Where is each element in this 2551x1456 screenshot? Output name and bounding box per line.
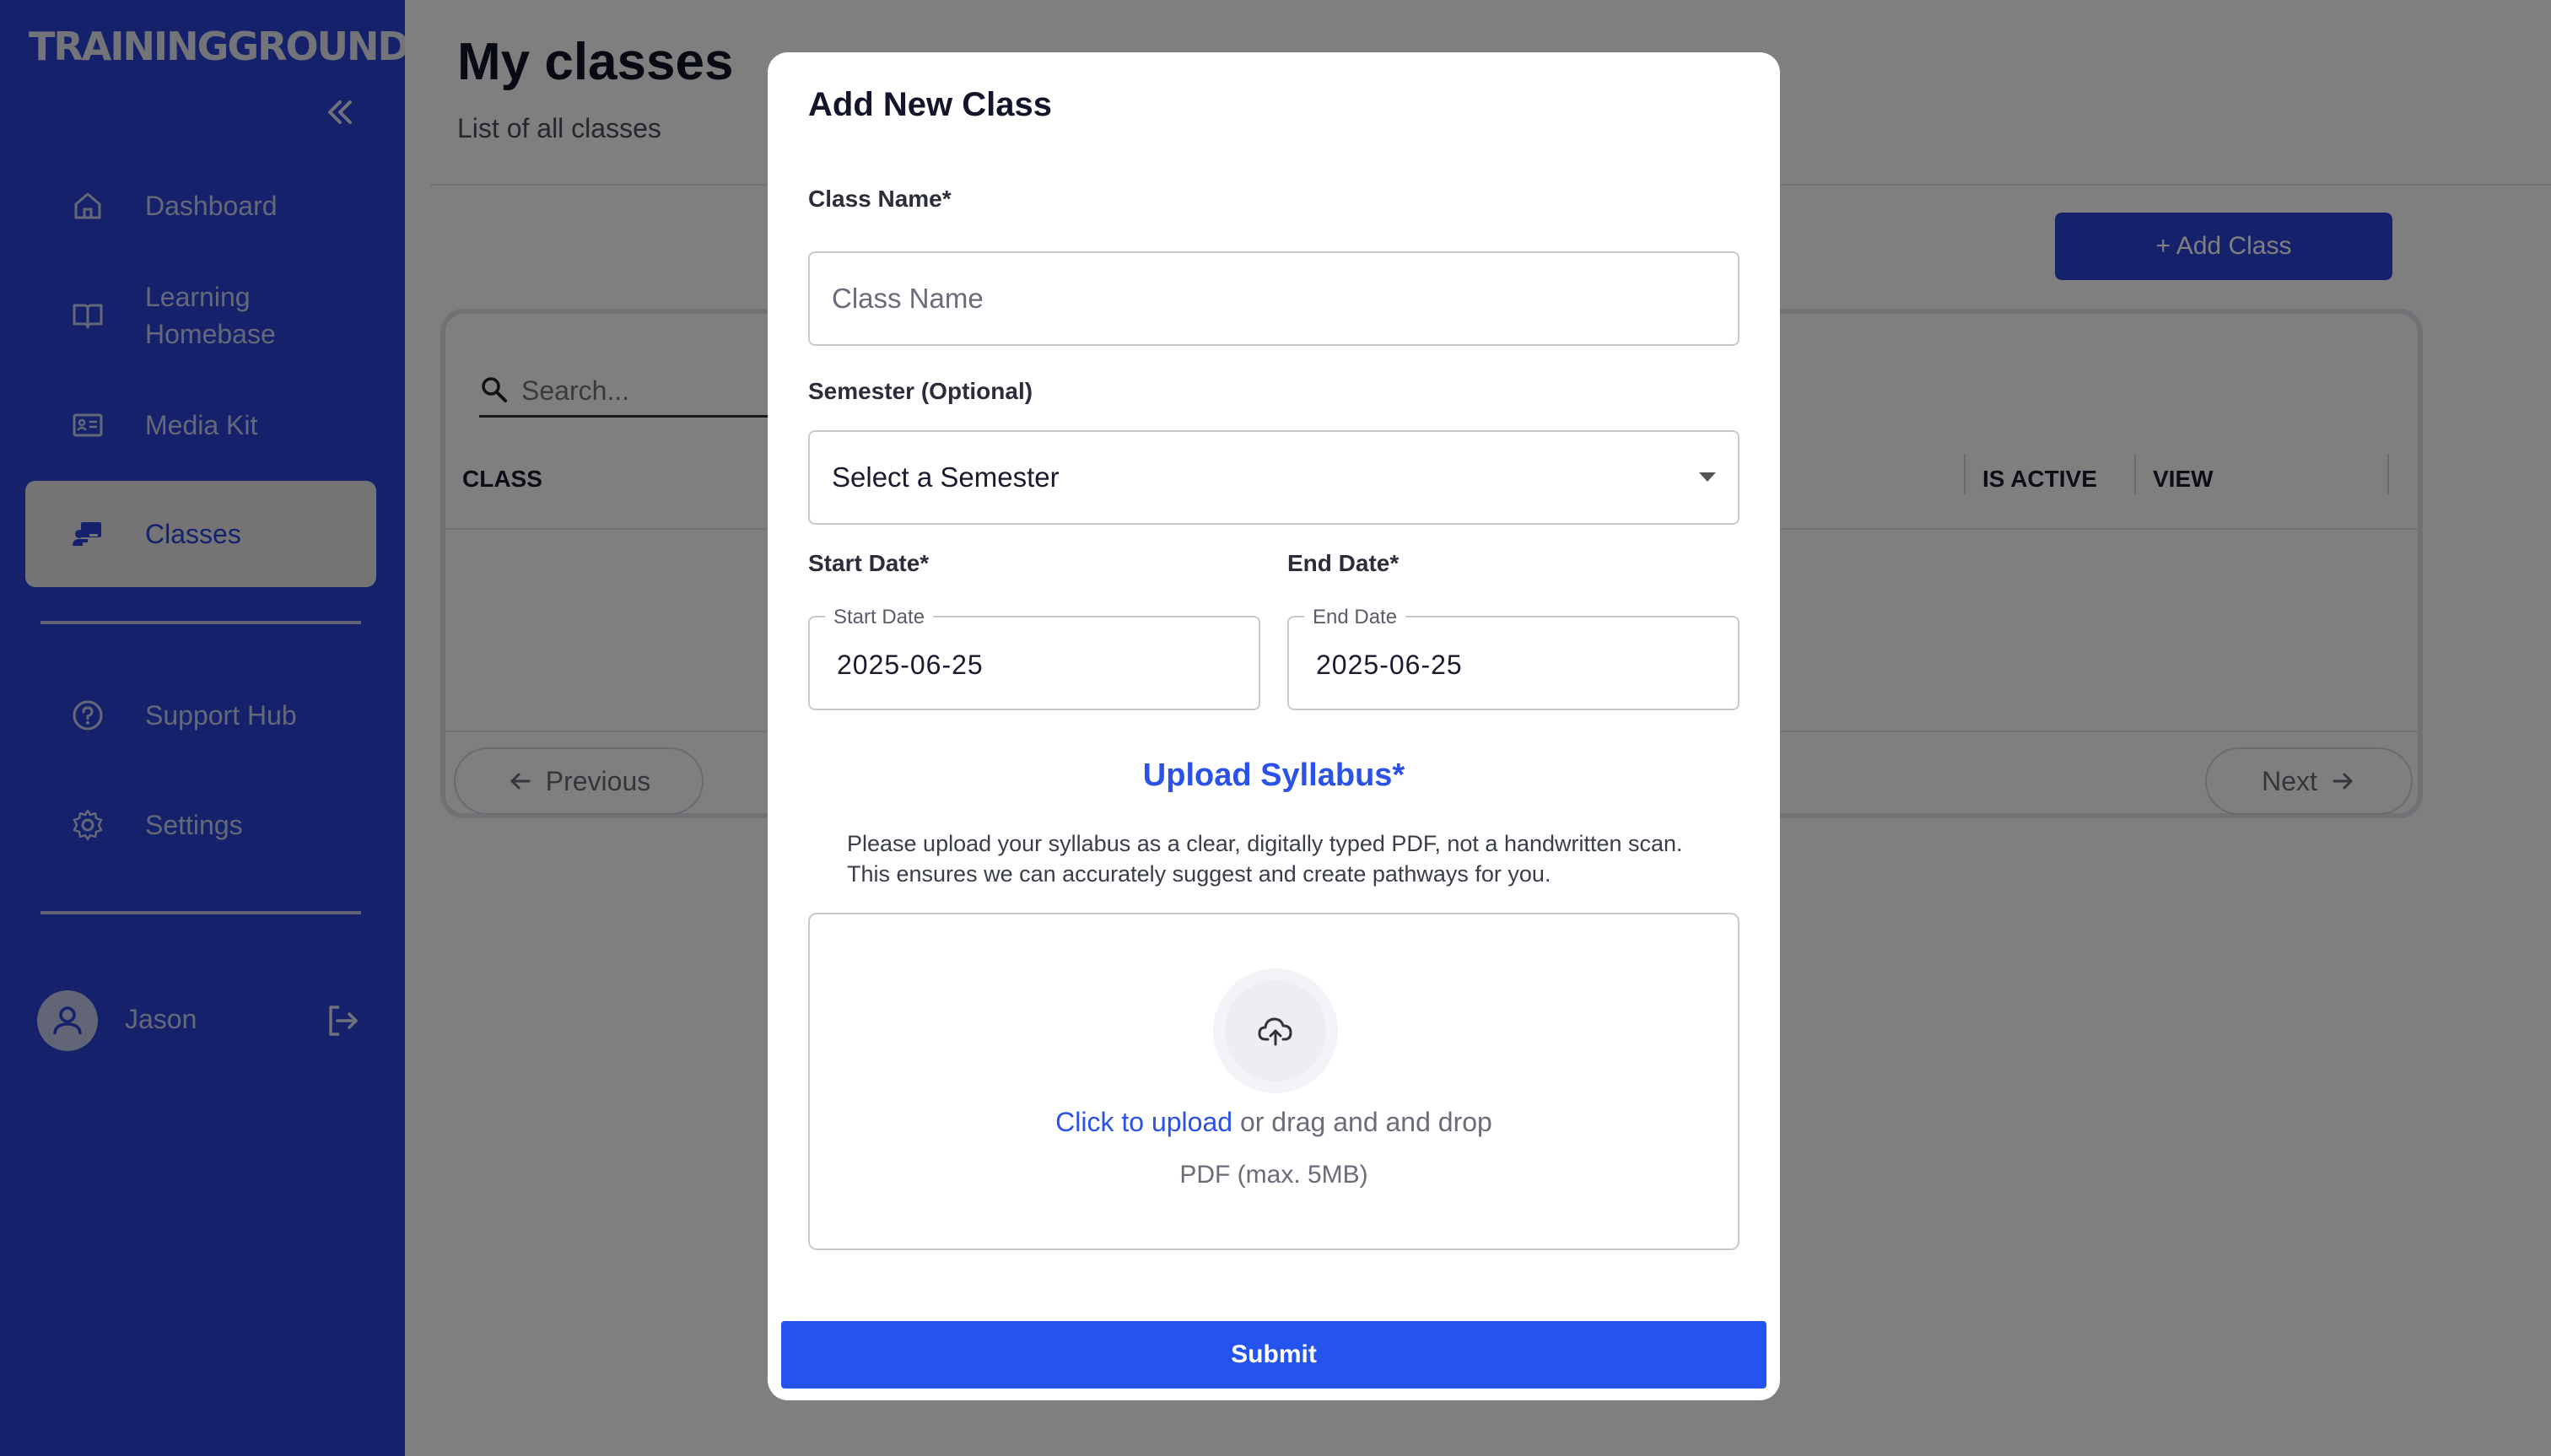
click-to-upload-link[interactable]: Click to upload [1055,1107,1232,1137]
upload-file-hint: PDF (max. 5MB) [1179,1161,1368,1189]
start-date-label: Start Date* [808,550,930,576]
end-date-value: 2025-06-25 [1316,650,1463,680]
end-date-label: End Date* [1287,550,1400,576]
upload-instructions-rest: or drag and and drop [1232,1107,1492,1137]
upload-description: Please upload your syllabus as a clear, … [847,828,1716,889]
upload-description-line: Please upload your syllabus as a clear, … [847,831,1683,856]
start-date-field[interactable]: Start Date 2025-06-25 [808,606,1260,710]
end-date-field[interactable]: End Date 2025-06-25 [1287,606,1739,710]
end-date-legend: End Date [1304,606,1406,629]
class-name-label: Class Name* [808,186,952,212]
submit-button[interactable]: Submit [781,1321,1766,1389]
upload-instructions: Click to upload or drag and and drop [810,1107,1738,1138]
upload-syllabus-title: Upload Syllabus* [1142,758,1405,793]
caret-down-icon [1699,472,1716,482]
start-date-legend: Start Date [825,606,934,629]
semester-label: Semester (Optional) [808,378,1033,404]
semester-selected-value: Select a Semester [832,461,1060,493]
cloud-upload-icon [1258,1017,1292,1046]
syllabus-dropzone[interactable]: Click to upload or drag and and drop PDF… [808,913,1739,1250]
add-class-modal: Add New Class Class Name* Semester (Opti… [768,52,1780,1400]
start-date-value: 2025-06-25 [837,650,984,680]
upload-icon-badge [1213,968,1338,1093]
modal-title: Add New Class [808,86,1052,123]
upload-description-line: This ensures we can accurately suggest a… [847,861,1551,887]
class-name-input[interactable] [808,251,1739,346]
semester-select[interactable]: Select a Semester [808,430,1739,525]
